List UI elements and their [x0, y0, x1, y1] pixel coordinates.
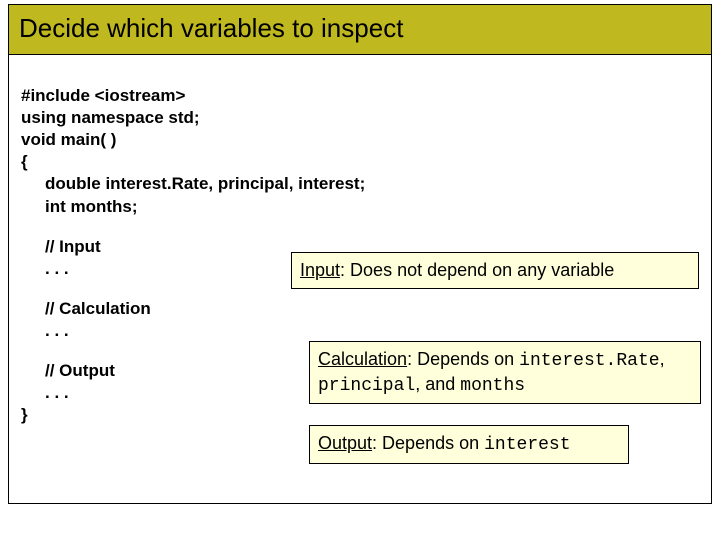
callout-text: , — [660, 349, 665, 369]
callout-var: interest.Rate — [519, 351, 659, 371]
code-line: double interest.Rate, principal, interes… — [21, 173, 699, 195]
callout-var: principal — [318, 376, 415, 396]
callout-calculation: Calculation: Depends on interest.Rate, p… — [309, 341, 701, 404]
callout-var: interest — [484, 435, 570, 455]
code-line: int months; — [21, 196, 699, 218]
callout-label: Calculation — [318, 349, 407, 369]
code-line: using namespace std; — [21, 108, 200, 127]
callout-text: : Depends on — [407, 349, 519, 369]
callout-text: , and — [415, 374, 460, 394]
code-line: . . . — [21, 320, 699, 342]
content-area: #include <iostream> using namespace std;… — [9, 55, 711, 456]
page-title: Decide which variables to inspect — [19, 13, 701, 44]
callout-text: : Does not depend on any variable — [340, 260, 614, 280]
callout-var: months — [460, 376, 525, 396]
callout-input: Input: Does not depend on any variable — [291, 252, 699, 289]
callout-output: Output: Depends on interest — [309, 425, 629, 464]
title-bar: Decide which variables to inspect — [9, 5, 711, 55]
callout-label: Output — [318, 433, 372, 453]
code-line: #include <iostream> — [21, 86, 185, 105]
code-line: // Calculation — [21, 298, 699, 320]
code-line: } — [21, 405, 28, 424]
slide: Decide which variables to inspect #inclu… — [8, 4, 712, 504]
code-line: void main( ) — [21, 130, 116, 149]
callout-label: Input — [300, 260, 340, 280]
callout-text: : Depends on — [372, 433, 484, 453]
code-line: { — [21, 152, 28, 171]
